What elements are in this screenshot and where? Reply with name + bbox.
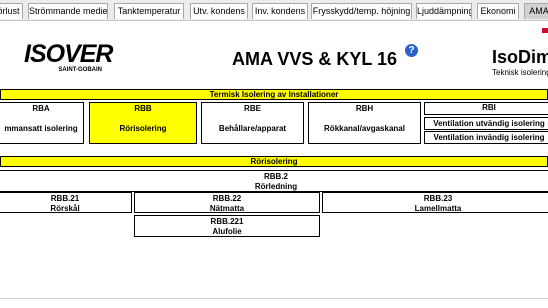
installations-heading: Termisk Isolering av Installationer — [0, 89, 548, 100]
node-rbb-2[interactable]: RBB.2 Rörledning — [0, 170, 548, 192]
category-code: RBA — [32, 104, 50, 113]
tab-ama[interactable]: AMA — [524, 3, 548, 19]
tab-ekonomi[interactable]: Ekonomi — [477, 3, 519, 19]
category-rbi-ventilation-utvandig[interactable]: Ventilation utvändig isolering — [424, 117, 548, 130]
page-title: AMA VVS & KYL 16 — [232, 49, 398, 69]
node-rbb-23[interactable]: RBB.23 Lamellmatta — [322, 192, 548, 213]
tab-frysskydd[interactable]: Frysskydd/temp. höjning — [311, 3, 412, 19]
logo-subtitle: SAINT-GOBAIN — [58, 67, 102, 73]
node-label: Lamellmatta — [414, 204, 462, 213]
brand-name: IsoDim — [492, 47, 548, 67]
node-rbb-22[interactable]: RBB.22 Nätmatta — [134, 192, 320, 213]
category-label: Rörisolering — [119, 124, 167, 133]
node-code: RBB.2 — [263, 172, 288, 181]
category-rbh[interactable]: RBH Rökkanal/avgaskanal — [308, 102, 421, 144]
node-rbb-221[interactable]: RBB.221 Alufolie — [134, 215, 320, 237]
category-code: RBI — [482, 103, 496, 112]
category-rbi[interactable]: RBI — [424, 102, 548, 115]
tab-ljuddampning[interactable]: Ljuddämpning — [416, 3, 472, 19]
category-code: RBB — [134, 104, 152, 113]
flag-icon[interactable] — [542, 26, 548, 33]
help-icon[interactable]: ? — [405, 44, 418, 57]
tab-utv-kondens[interactable]: Utv. kondens — [190, 3, 248, 19]
category-label: Behållare/apparat — [218, 124, 287, 133]
node-rbb-21[interactable]: RBB.21 Rörskål — [0, 192, 132, 213]
node-code: RBB.221 — [210, 217, 244, 226]
tab-orlust[interactable]: örlust — [0, 3, 23, 19]
tab-strip: örlust Strömmande medie Tanktemperatur U… — [0, 0, 548, 21]
node-code: RBB.23 — [423, 194, 453, 203]
node-code: RBB.22 — [212, 194, 242, 203]
tab-strommande-medie[interactable]: Strömmande medie — [28, 3, 108, 19]
category-label: Rökkanal/avgaskanal — [324, 124, 405, 133]
brand-subtitle: Teknisk isolering — [492, 68, 548, 77]
node-label: Alufolie — [212, 227, 242, 236]
category-rbi-ventilation-invandig[interactable]: Ventilation invändig isolering — [424, 131, 548, 144]
window-bottom-border — [0, 298, 548, 299]
category-rbb[interactable]: RBB Rörisolering — [89, 102, 197, 144]
category-code: RBE — [244, 104, 261, 113]
logo-word: ISOVER — [24, 40, 113, 68]
node-label: Rörledning — [254, 182, 298, 191]
node-label: Nätmatta — [209, 204, 245, 213]
isover-logo: ISOVER SAINT-GOBAIN — [24, 40, 113, 76]
category-rba[interactable]: RBA mmansatt isolering — [0, 102, 84, 144]
pipe-insulation-heading: Rörisolering — [0, 156, 548, 167]
category-label: mmansatt isolering — [4, 124, 78, 133]
category-rbe[interactable]: RBE Behållare/apparat — [201, 102, 304, 144]
category-code: RBH — [355, 104, 374, 113]
tab-inv-kondens[interactable]: Inv. kondens — [252, 3, 308, 19]
tab-tanktemperatur[interactable]: Tanktemperatur — [114, 3, 184, 19]
node-label: Rörskål — [50, 204, 80, 213]
node-code: RBB.21 — [50, 194, 80, 203]
